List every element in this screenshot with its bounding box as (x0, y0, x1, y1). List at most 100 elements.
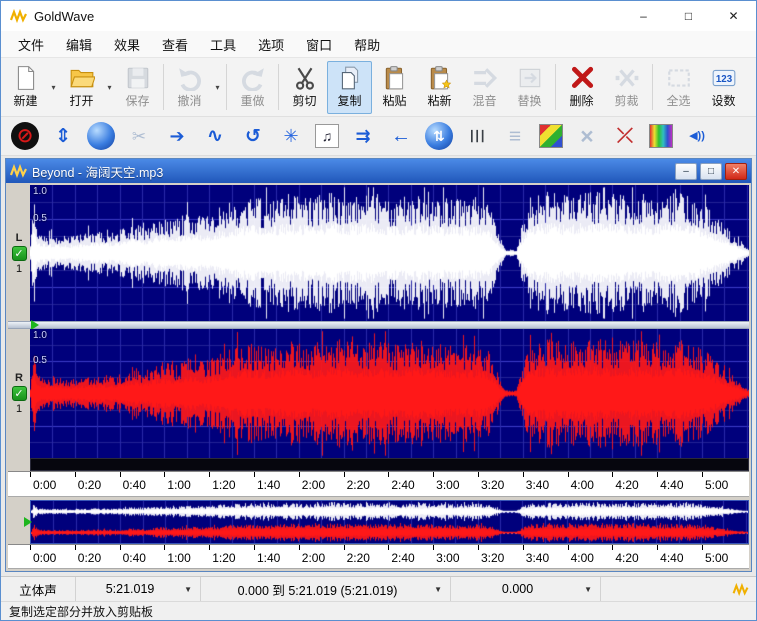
toolbar-button-copy[interactable]: 复制 (327, 61, 372, 114)
time-tick: 0:20 (75, 551, 101, 565)
menu-item-effects[interactable]: 效果 (103, 31, 151, 57)
goto-icon[interactable]: ➔ (163, 122, 191, 150)
overview-playback-marker[interactable] (24, 517, 32, 527)
fit-vertical-icon[interactable]: ⇕ (49, 122, 77, 150)
layers-muted-icon[interactable]: ≡ (501, 122, 529, 150)
left-waveform[interactable]: 1.0 0.5 (30, 185, 749, 321)
right-channel-row: R ✓ 1 1.0 0.5 (8, 329, 749, 458)
chevron-down-icon[interactable]: ▼ (434, 585, 442, 594)
toolbar-button-new[interactable]: 新建 (3, 61, 48, 114)
workspace: Beyond - 海阔天空.mp3 – □ ✕ L ✓ 1 (1, 156, 756, 576)
left-channel-strip: L ✓ 1 (8, 185, 30, 321)
toolbar-button-mix[interactable]: 混音 (462, 61, 507, 114)
editor-maximize-button[interactable]: □ (700, 163, 722, 180)
maximize-button[interactable]: □ (666, 1, 711, 31)
scroll-sphere-icon[interactable]: ⇅ (425, 122, 453, 150)
menu-item-help[interactable]: 帮助 (343, 31, 391, 57)
control-bar: 立体声 5:21.019 ▼ 0.000 到 5:21.019 (5:21.01… (1, 576, 756, 601)
menu-item-options[interactable]: 选项 (247, 31, 295, 57)
toolbar-dropdown-new[interactable]: ▾ (48, 61, 59, 114)
speaker-icon[interactable]: ◀)) (683, 122, 711, 150)
chevron-down-icon[interactable]: ▼ (584, 585, 592, 594)
toolbar-button-label: 混音 (472, 92, 496, 109)
channel-enabled-check-icon[interactable]: ✓ (12, 246, 27, 261)
toolbar-button-paste-new[interactable]: 粘新 (417, 61, 462, 114)
scissors-muted-icon[interactable]: ✂ (125, 122, 153, 150)
close-button[interactable]: ✕ (711, 1, 756, 31)
toolbar-button-save[interactable]: 保存 (115, 61, 160, 114)
time-tick: 3:20 (478, 551, 504, 565)
toolbar-button-open[interactable]: 打开 (59, 61, 104, 114)
menu-item-tools[interactable]: 工具 (199, 31, 247, 57)
channel-divider[interactable] (8, 321, 749, 329)
position-dropdown[interactable]: 0.000 ▼ (451, 577, 601, 601)
editor-title: Beyond - 海阔天空.mp3 (32, 162, 163, 181)
forward-icon[interactable]: ⇉ (349, 122, 377, 150)
time-tick: 1:00 (164, 478, 190, 492)
rewind-icon[interactable]: ← (387, 122, 415, 150)
paste-new-icon (427, 65, 453, 91)
right-waveform[interactable]: 1.0 0.5 (30, 329, 749, 458)
selection-dropdown[interactable]: 0.000 到 5:21.019 (5:21.019) ▼ (201, 577, 451, 601)
score-icon[interactable]: ♫ (315, 124, 339, 148)
time-axis[interactable]: 0:000:200:401:001:201:402:002:202:403:00… (8, 471, 749, 497)
toolbar-button-label: 重做 (240, 92, 264, 109)
editor-close-button[interactable]: ✕ (725, 163, 747, 180)
toolbar-button-paste[interactable]: 粘贴 (372, 61, 417, 114)
toolbar-button-delete[interactable]: 删除 (559, 61, 604, 114)
toolbar-button-label: 全选 (666, 92, 690, 109)
editor-minimize-button[interactable]: – (675, 163, 697, 180)
waveform-scrollbar[interactable] (8, 458, 749, 471)
time-tick: 3:40 (523, 551, 549, 565)
prohibit-icon[interactable]: ⊘ (11, 122, 39, 150)
toolbar-separator (652, 64, 653, 110)
cross-muted-icon[interactable]: × (573, 122, 601, 150)
toolbar-button-cut[interactable]: 剪切 (282, 61, 327, 114)
editor-title-bar: Beyond - 海阔天空.mp3 – □ ✕ (6, 159, 751, 183)
goldwave-window: GoldWave – □ ✕ 文件编辑效果查看工具选项窗口帮助 新建▾打开▾保存… (0, 0, 757, 621)
length-value: 5:21.019 (84, 582, 176, 596)
time-tick: 5:00 (702, 478, 728, 492)
time-tick: 0:00 (30, 551, 56, 565)
menu-item-view[interactable]: 查看 (151, 31, 199, 57)
toolbar-button-set[interactable]: 123设数 (701, 61, 746, 114)
menu-item-window[interactable]: 窗口 (295, 31, 343, 57)
faders-icon[interactable]: ☰ (463, 122, 491, 150)
scrollbar-track[interactable] (30, 458, 749, 471)
time-tick: 2:00 (299, 478, 325, 492)
toolbar-button-label: 剪切 (292, 92, 316, 109)
set-number-icon: 123 (711, 65, 737, 91)
minimize-button[interactable]: – (621, 1, 666, 31)
sphere-icon[interactable] (87, 122, 115, 150)
spectrum-icon[interactable] (539, 124, 563, 148)
gear-icon[interactable]: ✳ (277, 122, 305, 150)
toolbar-button-label: 粘贴 (382, 92, 406, 109)
channel-enabled-check-icon[interactable]: ✓ (12, 386, 27, 401)
menu-item-file[interactable]: 文件 (7, 31, 55, 57)
palette-icon[interactable] (649, 124, 673, 148)
time-tick: 4:00 (568, 478, 594, 492)
toolbar-button-undo[interactable]: 撤消 (167, 61, 212, 114)
time-tick: 4:40 (657, 478, 683, 492)
chevron-down-icon[interactable]: ▼ (184, 585, 192, 594)
swap-channels-icon[interactable]: ⤫ (611, 122, 639, 150)
overview-waveform[interactable] (30, 500, 749, 544)
toolbar-button-label: 删除 (569, 92, 593, 109)
svg-text:123: 123 (715, 74, 732, 85)
menu-item-edit[interactable]: 编辑 (55, 31, 103, 57)
toolbar-button-select-all[interactable]: 全选 (656, 61, 701, 114)
loop-icon[interactable]: ↺ (239, 122, 267, 150)
window-title: GoldWave (34, 9, 94, 24)
wave-icon[interactable]: ∿ (201, 122, 229, 150)
editor-content: L ✓ 1 1.0 0.5 R (6, 183, 751, 571)
overview-time-axis[interactable]: 0:000:200:401:001:201:402:002:202:403:00… (8, 544, 749, 569)
toolbar-button-redo[interactable]: 重做 (230, 61, 275, 114)
toolbar-dropdown-open[interactable]: ▾ (104, 61, 115, 114)
toolbar-button-label: 替换 (517, 92, 541, 109)
toolbar-dropdown-undo[interactable]: ▾ (212, 61, 223, 114)
effect-toolbar: ⊘ ⇕ ✂ ➔ ∿ ↺ ✳ ♫ ⇉ ← ⇅ ☰ ≡ × ⤫ ◀)) (1, 117, 756, 156)
undo-icon (177, 65, 203, 91)
toolbar-button-trim[interactable]: 剪裁 (604, 61, 649, 114)
toolbar-button-replace[interactable]: 替换 (507, 61, 552, 114)
length-dropdown[interactable]: 5:21.019 ▼ (76, 577, 201, 601)
